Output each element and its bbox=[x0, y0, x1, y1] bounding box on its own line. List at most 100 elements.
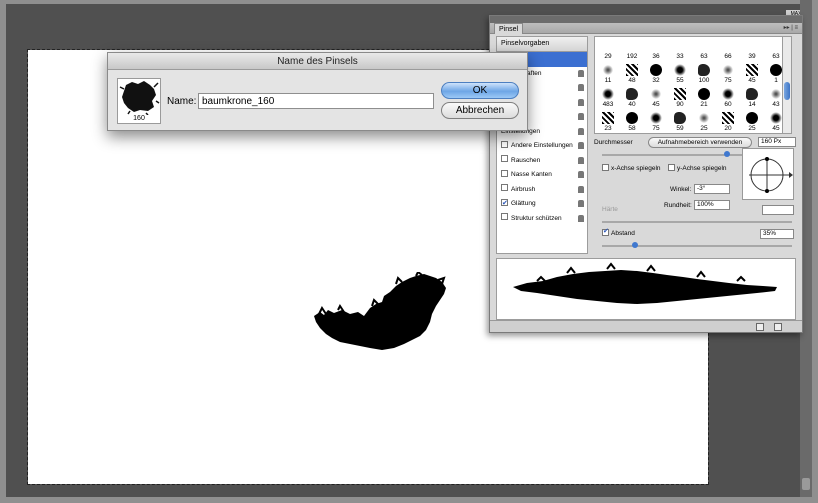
brush-preset-cell[interactable]: 39 bbox=[741, 37, 763, 61]
brush-preset-cell[interactable]: 75 bbox=[645, 109, 667, 133]
brush-preset-cell[interactable]: 33 bbox=[669, 37, 691, 61]
settings-checkbox[interactable] bbox=[501, 155, 508, 163]
flip-x-box[interactable] bbox=[602, 164, 609, 171]
brush-presets-button[interactable]: Pinselvorgaben bbox=[497, 37, 587, 52]
brush-preset-cell[interactable]: 40 bbox=[621, 85, 643, 109]
hardness-slider[interactable] bbox=[602, 221, 792, 223]
brush-preset-cell[interactable]: 60 bbox=[717, 85, 739, 109]
settings-list-item[interactable]: Glättung bbox=[497, 197, 587, 212]
brush-tip-icon bbox=[698, 64, 710, 76]
panel-titlebar[interactable] bbox=[490, 16, 802, 23]
brush-preset-cell[interactable]: 45 bbox=[645, 85, 667, 109]
cancel-button[interactable]: Abbrechen bbox=[441, 102, 519, 119]
flip-y-box[interactable] bbox=[668, 164, 675, 171]
brush-preset-cell[interactable]: 25 bbox=[693, 109, 715, 133]
settings-checkbox[interactable] bbox=[501, 184, 508, 192]
settings-checkbox[interactable] bbox=[501, 197, 508, 211]
sample-size-button[interactable]: Aufnahmebereich verwenden bbox=[648, 137, 752, 148]
hardness-label: Härte bbox=[602, 206, 618, 213]
preset-scrollbar[interactable] bbox=[782, 36, 792, 134]
hardness-field[interactable] bbox=[762, 205, 794, 215]
lock-icon[interactable] bbox=[578, 127, 584, 135]
settings-list-item[interactable]: Airbrush bbox=[497, 183, 587, 198]
brush-preset-cell[interactable]: 58 bbox=[621, 109, 643, 133]
scrollbar-thumb[interactable] bbox=[802, 478, 810, 490]
brush-preset-cell[interactable]: 45 bbox=[741, 61, 763, 85]
lock-icon[interactable] bbox=[578, 69, 584, 77]
ok-button[interactable]: OK bbox=[441, 82, 519, 99]
spacing-box[interactable] bbox=[602, 227, 609, 236]
spacing-checkbox[interactable]: Abstand bbox=[602, 227, 635, 237]
settings-list-item[interactable]: Andere Einstellungen bbox=[497, 139, 587, 154]
lock-icon[interactable] bbox=[578, 185, 584, 193]
flip-x-checkbox[interactable]: x-Achse spiegeln bbox=[602, 164, 661, 172]
brush-preset-cell[interactable]: 11 bbox=[597, 61, 619, 85]
lock-icon[interactable] bbox=[578, 113, 584, 120]
diameter-slider-knob[interactable] bbox=[724, 151, 730, 157]
brush-preset-cell[interactable]: 100 bbox=[693, 61, 715, 85]
spacing-field[interactable]: 35% bbox=[760, 229, 794, 239]
trash-icon[interactable] bbox=[774, 323, 782, 331]
brush-name-dialog: Name des Pinsels 160 Name: OK Abbrechen bbox=[107, 52, 528, 131]
brush-preset-cell[interactable]: 66 bbox=[717, 37, 739, 61]
roundness-field[interactable]: 100% bbox=[694, 200, 730, 210]
brush-panel: Pinsel ▸▸ | ≡ Pinselvorgaben formeigensc… bbox=[489, 15, 803, 333]
brush-preset-cell[interactable]: 75 bbox=[717, 61, 739, 85]
settings-list-item[interactable]: Struktur schützen bbox=[497, 212, 587, 227]
brush-preset-cell[interactable]: 59 bbox=[669, 109, 691, 133]
brush-preset-cell[interactable]: 23 bbox=[597, 109, 619, 133]
lock-icon[interactable] bbox=[578, 200, 584, 207]
brush-tip-icon bbox=[746, 112, 758, 124]
brush-preset-cell[interactable]: 55 bbox=[669, 61, 691, 85]
brush-preset-cell[interactable]: 192 bbox=[621, 37, 643, 61]
brush-preset-cell[interactable]: 63 bbox=[693, 37, 715, 61]
brush-tip-icon bbox=[650, 88, 662, 100]
settings-item-label: Struktur schützen bbox=[511, 214, 562, 222]
brush-tip-icon bbox=[602, 64, 614, 76]
settings-checkbox[interactable] bbox=[501, 140, 508, 148]
spacing-slider[interactable] bbox=[602, 242, 792, 248]
brush-preset-cell[interactable]: 14 bbox=[741, 85, 763, 109]
brush-size-label: 20 bbox=[724, 125, 732, 132]
brush-thumbnail-shape bbox=[119, 81, 160, 116]
name-label: Name: bbox=[167, 96, 197, 107]
angle-roundness-widget[interactable] bbox=[742, 148, 794, 200]
flip-y-checkbox[interactable]: y-Achse spiegeln bbox=[668, 164, 727, 172]
brush-preset-cell[interactable]: 21 bbox=[693, 85, 715, 109]
brush-size-label: 58 bbox=[628, 125, 636, 132]
lock-icon[interactable] bbox=[578, 142, 584, 149]
brush-size-label: 39 bbox=[748, 53, 756, 60]
brush-preset-cell[interactable]: 32 bbox=[645, 61, 667, 85]
tab-pinsel[interactable]: Pinsel bbox=[494, 23, 524, 34]
brush-preset-cell[interactable]: 36 bbox=[645, 37, 667, 61]
settings-list-item[interactable]: Nasse Kanten bbox=[497, 168, 587, 183]
brush-preset-cell[interactable]: 90 bbox=[669, 85, 691, 109]
brush-preset-cell[interactable]: 29 bbox=[597, 37, 619, 61]
lock-icon[interactable] bbox=[578, 84, 584, 91]
brush-preset-cell[interactable]: 483 bbox=[597, 85, 619, 109]
diameter-field[interactable]: 160 Px bbox=[758, 137, 796, 147]
brush-size-label: 100 bbox=[698, 77, 710, 84]
settings-checkbox[interactable] bbox=[501, 213, 508, 221]
panel-tabbar: Pinsel ▸▸ | ≡ bbox=[490, 23, 802, 34]
brush-name-input[interactable] bbox=[198, 93, 434, 109]
lock-icon[interactable] bbox=[578, 171, 584, 178]
brush-tip-icon bbox=[602, 88, 614, 100]
panel-menu-icon[interactable]: ▸▸ | ≡ bbox=[784, 24, 798, 31]
new-brush-icon[interactable] bbox=[756, 323, 764, 331]
settings-checkbox[interactable] bbox=[501, 169, 508, 177]
lock-icon[interactable] bbox=[578, 156, 584, 164]
brush-preset-cell[interactable]: 48 bbox=[621, 61, 643, 85]
spacing-slider-knob[interactable] bbox=[632, 242, 638, 248]
brush-size-label: 66 bbox=[724, 53, 732, 60]
brush-preset-cell[interactable]: 20 bbox=[717, 109, 739, 133]
lock-icon[interactable] bbox=[578, 98, 584, 106]
brush-preset-cell[interactable]: 25 bbox=[741, 109, 763, 133]
brush-tip-icon bbox=[698, 112, 710, 124]
preset-scroll-thumb[interactable] bbox=[784, 82, 790, 100]
lock-icon[interactable] bbox=[578, 214, 584, 222]
angle-field[interactable]: -3° bbox=[694, 184, 730, 194]
brush-size-label: 21 bbox=[700, 101, 708, 108]
brush-size-label: 33 bbox=[676, 53, 684, 60]
settings-list-item[interactable]: Rauschen bbox=[497, 154, 587, 169]
